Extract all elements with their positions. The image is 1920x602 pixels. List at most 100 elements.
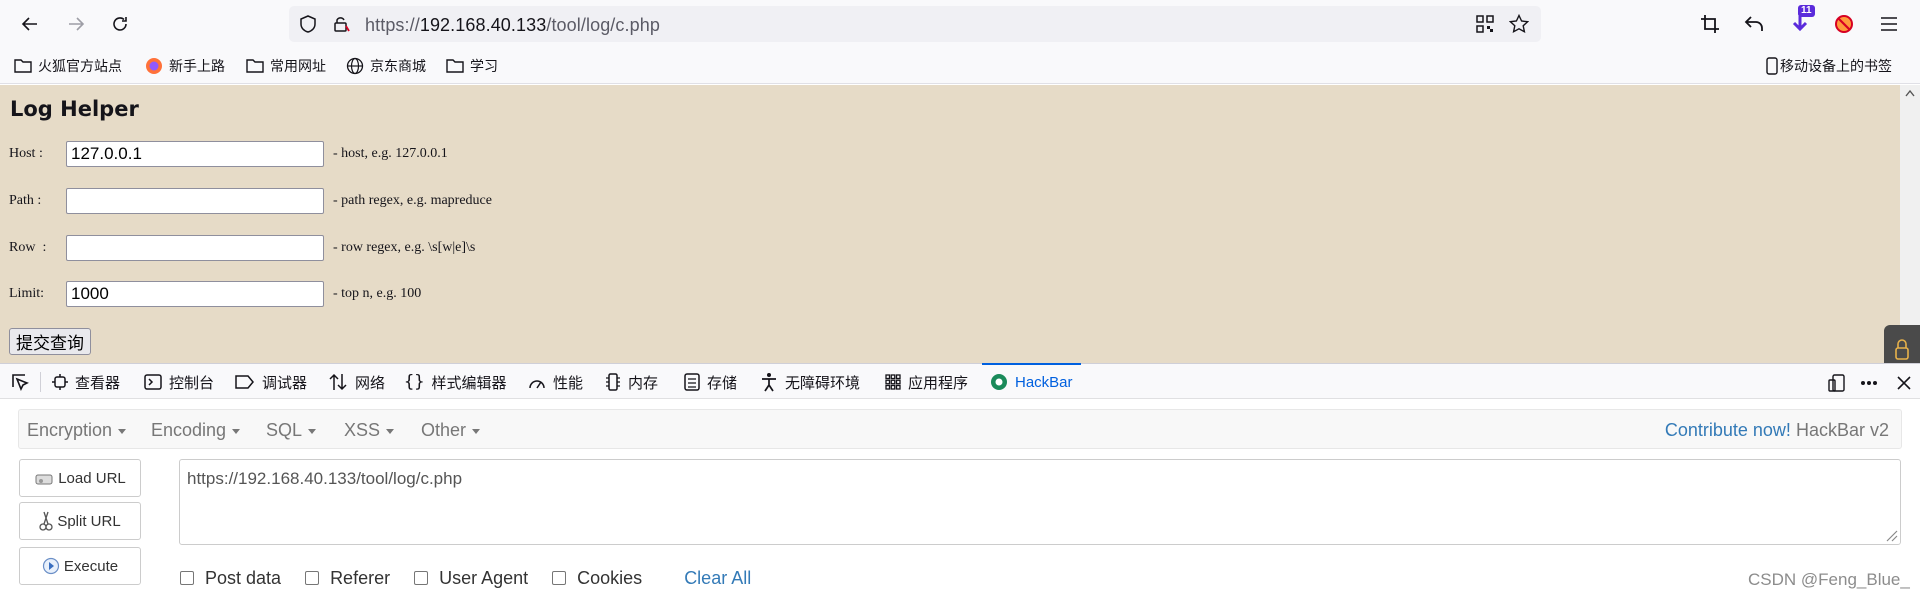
play-icon [42, 557, 59, 575]
tab-accessibility[interactable]: 无障碍环境 [760, 364, 860, 400]
tab-style-editor[interactable]: {} 样式编辑器 [404, 364, 507, 400]
limit-label: Limit: [9, 286, 44, 301]
caret-down-icon [386, 429, 395, 434]
path-row: Path : - path regex, e.g. mapreduce [9, 187, 492, 215]
toolbar-divider [40, 372, 41, 392]
scissors-icon [39, 511, 53, 531]
blocker-extension-button[interactable] [1828, 8, 1860, 40]
inspector-icon [52, 374, 68, 390]
blocked-icon [1835, 15, 1853, 33]
resize-handle-icon[interactable] [1884, 528, 1898, 542]
responsive-mode-icon [1828, 374, 1845, 392]
split-url-button[interactable]: Split URL [19, 502, 141, 540]
tab-memory[interactable]: 内存 [605, 364, 658, 400]
folder-icon [14, 59, 32, 73]
console-icon [144, 374, 162, 390]
clear-all-link[interactable]: Clear All [684, 568, 751, 589]
checkbox-icon[interactable] [305, 571, 320, 585]
hamburger-icon [1881, 17, 1897, 31]
tab-hackbar[interactable]: HackBar [982, 363, 1081, 399]
path-input[interactable] [66, 188, 324, 214]
bookmark-item-2[interactable]: 常用网址 [246, 56, 326, 76]
mobile-bookmarks[interactable]: 移动设备上的书签 [1766, 56, 1892, 76]
network-icon [329, 373, 347, 391]
url-text[interactable]: https://192.168.40.133/tool/log/c.php [365, 15, 660, 36]
menu-xss[interactable]: XSS [344, 420, 395, 441]
hackbar-url-textarea[interactable]: https://192.168.40.133/tool/log/c.php [179, 459, 1901, 545]
devtools-options-button[interactable] [1858, 372, 1880, 394]
pick-element-button[interactable] [10, 364, 30, 400]
lock-warning-icon[interactable] [332, 15, 350, 33]
host-input[interactable] [66, 141, 324, 167]
bookmark-item-0[interactable]: 火狐官方站点 [14, 56, 122, 76]
checkbox-icon[interactable] [552, 571, 567, 585]
menu-other[interactable]: Other [421, 420, 481, 441]
menu-encoding[interactable]: Encoding [151, 420, 241, 441]
tab-storage[interactable]: 存储 [684, 364, 737, 400]
hackbar-icon [991, 374, 1007, 390]
reload-button[interactable] [104, 8, 136, 40]
checkbox-icon[interactable] [180, 571, 194, 585]
post-data-checkbox[interactable]: Post data [180, 568, 281, 589]
row-input[interactable] [66, 235, 324, 261]
page-scrollbar[interactable] [1900, 85, 1920, 363]
hackbar-panel: Encryption Encoding SQL XSS Other Contri… [0, 399, 1920, 602]
limit-row: Limit: - top n, e.g. 100 [9, 280, 421, 308]
shield-icon [300, 15, 316, 33]
tab-network[interactable]: 网络 [328, 364, 385, 400]
bookmark-item-3[interactable]: 京东商城 [346, 56, 426, 76]
path-hint: - path regex, e.g. mapreduce [333, 193, 492, 208]
user-agent-checkbox[interactable]: User Agent [414, 568, 528, 589]
scroll-up-icon[interactable] [1905, 89, 1915, 97]
app-menu-button[interactable] [1873, 8, 1905, 40]
submit-button[interactable]: 提交查询 [9, 328, 91, 355]
bookmark-star-icon[interactable] [1509, 14, 1529, 34]
extension-button[interactable]: 11 [1784, 5, 1816, 40]
row-hint: - row regex, e.g. \s[w|e]\s [333, 240, 476, 255]
referer-checkbox[interactable]: Referer [305, 568, 390, 589]
hackbar-options: Post data Referer User Agent Cookies Cle… [180, 567, 751, 589]
execute-button[interactable]: Execute [19, 547, 141, 585]
bookmark-item-1[interactable]: 新手上路 [145, 56, 225, 76]
accessibility-icon [762, 373, 776, 392]
pick-element-icon [12, 374, 29, 391]
menu-sql[interactable]: SQL [266, 420, 317, 441]
tab-performance[interactable]: 性能 [528, 364, 583, 400]
bookmark-item-4[interactable]: 学习 [446, 56, 498, 76]
browser-toolbar: https://192.168.40.133/tool/log/c.php 11 [0, 0, 1920, 48]
arrow-left-icon [21, 17, 37, 31]
dock-toggle-button[interactable] [1826, 372, 1848, 394]
crop-icon [1701, 15, 1719, 33]
tab-console[interactable]: 控制台 [144, 364, 214, 400]
host-row: Host : - host, e.g. 127.0.0.1 [9, 140, 448, 168]
page-title: Log Helper [10, 97, 139, 121]
checkbox-icon[interactable] [414, 571, 429, 585]
storage-icon [684, 373, 700, 391]
undo-button[interactable] [1738, 8, 1770, 40]
row-row: Row : - row regex, e.g. \s[w|e]\s [9, 234, 475, 262]
screenshot-button[interactable] [1694, 8, 1726, 40]
tab-debugger[interactable]: 调试器 [235, 364, 307, 400]
host-label: Host : [9, 146, 43, 161]
qr-code-icon[interactable] [1476, 15, 1494, 33]
back-button[interactable] [14, 8, 46, 40]
forward-button[interactable] [60, 8, 92, 40]
debugger-icon [235, 375, 254, 389]
load-url-button[interactable]: Load URL [19, 459, 141, 497]
limit-input[interactable] [66, 281, 324, 307]
folder-icon [246, 59, 264, 73]
hackbar-menu: Encryption Encoding SQL XSS Other Contri… [18, 409, 1902, 449]
address-bar[interactable]: https://192.168.40.133/tool/log/c.php [289, 6, 1541, 42]
devtools-close-button[interactable] [1893, 372, 1915, 394]
load-url-icon [35, 474, 53, 485]
menu-encryption[interactable]: Encryption [27, 420, 127, 441]
folder-icon [446, 59, 464, 73]
tab-application[interactable]: 应用程序 [885, 364, 968, 400]
caret-down-icon [472, 429, 481, 434]
bookmarks-bar: 火狐官方站点 新手上路 常用网址 京东商城 学习 移动设备上的书签 [0, 48, 1920, 84]
contribute-link[interactable]: Contribute now! [1665, 420, 1791, 440]
tab-inspector[interactable]: 查看器 [52, 364, 120, 400]
style-editor-icon: {} [404, 372, 425, 392]
cookies-checkbox[interactable]: Cookies [552, 568, 642, 589]
performance-icon [529, 380, 545, 389]
